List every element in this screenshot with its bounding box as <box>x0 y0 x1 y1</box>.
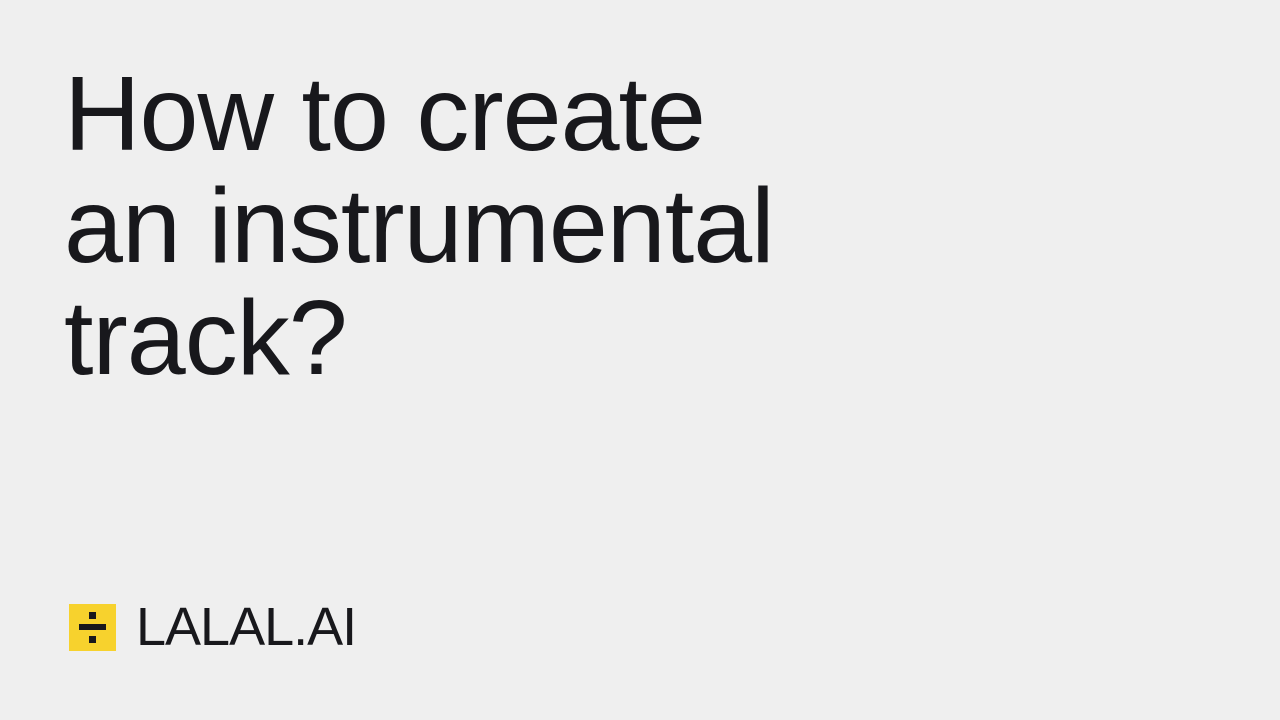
headline-line-1: How to create <box>64 55 706 173</box>
logo-bar <box>79 623 106 630</box>
divide-icon <box>69 603 116 651</box>
brand-logo: LALAL.AI <box>69 597 357 657</box>
headline-line-3: track? <box>64 279 348 397</box>
headline-line-2: an instrumental <box>64 167 775 285</box>
logo-dot-bottom <box>89 635 96 643</box>
headline: How to create an instrumental track? <box>64 58 1164 394</box>
brand-name: LALAL.AI <box>136 597 357 657</box>
logo-dot-top <box>89 611 96 619</box>
